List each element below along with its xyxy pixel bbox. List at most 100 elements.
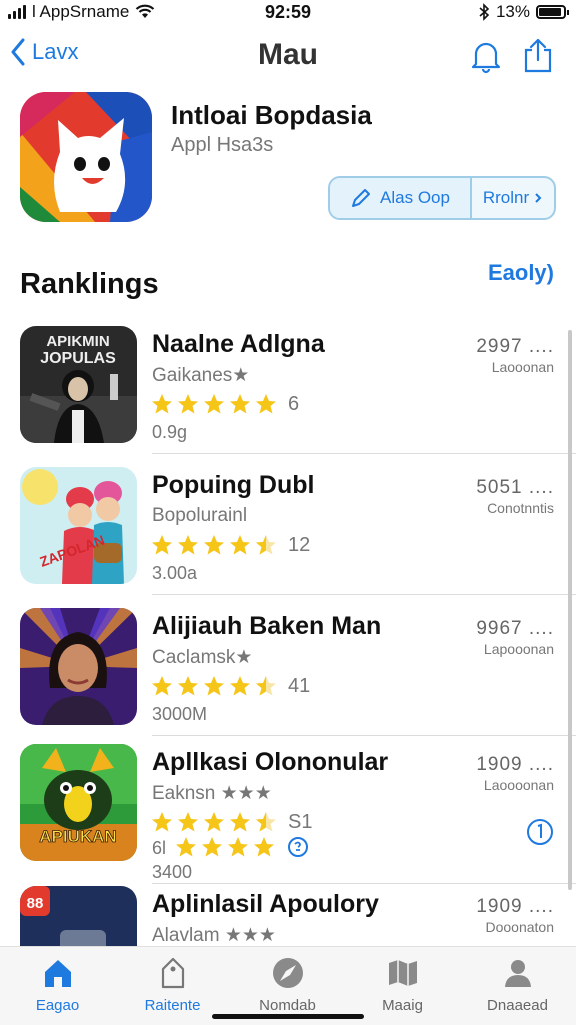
star-icon	[204, 676, 224, 696]
tab-profile[interactable]: Dnaaead	[460, 955, 575, 1014]
row-rank: 1909 .... Laoooonan	[476, 754, 554, 793]
options-button-label: Rrolnr	[482, 188, 530, 207]
star-icon	[230, 535, 250, 555]
row-category: Alavlam ★★★	[152, 925, 276, 946]
star-icon	[254, 837, 274, 857]
star-icon	[204, 812, 224, 832]
battery-percent: 13%	[495, 2, 530, 21]
rank-label: Lapooonan	[483, 641, 554, 657]
row-size: 3.00a	[152, 563, 198, 583]
list-item[interactable]: APIKMIN JOPULAS Naalne Adlgna Gaikanes★ …	[0, 320, 576, 454]
tab-map[interactable]: Maaig	[345, 955, 460, 1014]
poster-icon: APIKMIN JOPULAS	[20, 326, 137, 443]
star-half-icon	[256, 812, 276, 832]
row-rank: 1909 .... Dooonaton	[476, 896, 554, 935]
rating-count: S1	[288, 810, 313, 833]
tab-home[interactable]: Eagao	[0, 955, 115, 1014]
list-item[interactable]: 88 Aplinlasil Apoulory Alavlam ★★★ 1909 …	[0, 880, 576, 950]
star-rating: 6	[150, 392, 299, 416]
row-category: Gaikanes★	[152, 365, 250, 386]
star-icon	[228, 837, 248, 857]
rank-number: 1909 ....	[476, 896, 554, 917]
options-button[interactable]: Rrolnr	[472, 178, 554, 218]
rank-number: 5051 ....	[476, 477, 554, 498]
app-name: Intloai Bopdasia	[171, 100, 372, 130]
app-icon	[20, 608, 137, 725]
portrait-icon	[20, 608, 137, 725]
list-item[interactable]: APIUKAN Apllkasi Olononular Eaknsn ★★★ S…	[0, 738, 576, 884]
home-icon	[44, 960, 71, 987]
app-icon: 88	[20, 886, 137, 950]
star-icon	[178, 812, 198, 832]
compass-icon	[272, 958, 303, 988]
app-icon[interactable]	[20, 92, 152, 222]
info-circle-icon[interactable]	[286, 835, 310, 859]
row-rank: 5051 .... Conotnntis	[476, 477, 554, 516]
row-rank: 2997 .... Laooonan	[476, 336, 554, 375]
navigation-bar: Lavx Mau	[0, 30, 576, 84]
cat-mascot-icon	[20, 92, 152, 222]
cartoon-characters-icon: ZAPOLAN	[20, 467, 137, 584]
star-icon	[230, 812, 250, 832]
monster-game-icon: APIUKAN	[20, 744, 137, 861]
bell-icon	[471, 42, 501, 74]
app-action-group: Alas Oop Rrolnr	[328, 176, 556, 220]
star-rating: 12	[150, 533, 310, 557]
info-button-icon[interactable]	[526, 818, 554, 846]
notification-button[interactable]	[470, 38, 502, 74]
star-icon	[204, 535, 224, 555]
see-all-link[interactable]: Eaoly)	[488, 260, 554, 286]
rating-count: 41	[288, 674, 311, 697]
open-button[interactable]: Alas Oop	[330, 178, 472, 218]
list-item[interactable]: Alijiauh Baken Man Caclamsk★ 41 3000M 99…	[0, 602, 576, 736]
rank-label: Laoooonan	[483, 777, 554, 793]
rating-count: 6	[288, 392, 300, 415]
row-size-prefix: 6l	[152, 838, 167, 858]
share-button[interactable]	[522, 38, 554, 74]
star-icon	[204, 394, 224, 414]
svg-text:APIUKAN: APIUKAN	[39, 827, 116, 846]
tab-label: Eagao	[35, 997, 80, 1014]
star-icon	[152, 394, 172, 414]
row-title: Naalne Adlgna	[152, 330, 325, 358]
share-icon	[524, 38, 552, 73]
status-right: 13%	[478, 2, 569, 22]
home-indicator	[212, 1014, 364, 1019]
star-icon	[152, 535, 172, 555]
svg-text:88: 88	[27, 895, 44, 912]
section-title: Ranklings	[20, 268, 159, 300]
battery-icon	[536, 5, 569, 19]
rating-count: 12	[288, 533, 311, 556]
chevron-right-icon	[535, 193, 542, 203]
star-icon	[256, 394, 276, 414]
tab-label: Raitente	[144, 997, 201, 1014]
row-title: Apllkasi Olononular	[152, 748, 389, 776]
divider	[152, 735, 576, 736]
rank-number: 9967 ....	[476, 618, 554, 639]
tab-label: Nomdab	[259, 997, 316, 1014]
rank-number: 2997 ....	[476, 336, 554, 357]
row-rank: 9967 .... Lapooonan	[476, 618, 554, 657]
rank-number: 1909 ....	[476, 754, 554, 775]
secondary-star-rating	[174, 835, 312, 859]
list-item[interactable]: ZAPOLAN Popuing Dubl Bopolurainl 12 3.00…	[0, 461, 576, 595]
tab-explore[interactable]: Nomdab	[230, 955, 345, 1014]
svg-text:APIKMIN: APIKMIN	[46, 333, 109, 350]
tab-apps[interactable]: Raitente	[115, 955, 230, 1014]
app-badge-icon: 88	[20, 886, 137, 950]
star-rating: S1	[150, 810, 312, 834]
tab-label: Maaig	[382, 997, 423, 1014]
row-category: Bopolurainl	[152, 505, 248, 526]
person-icon	[504, 960, 531, 987]
star-icon	[178, 394, 198, 414]
app-icon: APIKMIN JOPULAS	[20, 326, 137, 443]
scrollbar[interactable]	[568, 330, 572, 890]
star-icon	[230, 676, 250, 696]
app-icon: APIUKAN	[20, 744, 137, 861]
edit-icon	[352, 189, 371, 207]
star-half-icon	[256, 676, 276, 696]
app-subtitle: Appl Hsa3s	[171, 134, 274, 156]
star-icon	[202, 837, 222, 857]
row-category: Eaknsn ★★★	[152, 783, 272, 804]
row-title: Alijiauh Baken Man	[152, 612, 382, 640]
